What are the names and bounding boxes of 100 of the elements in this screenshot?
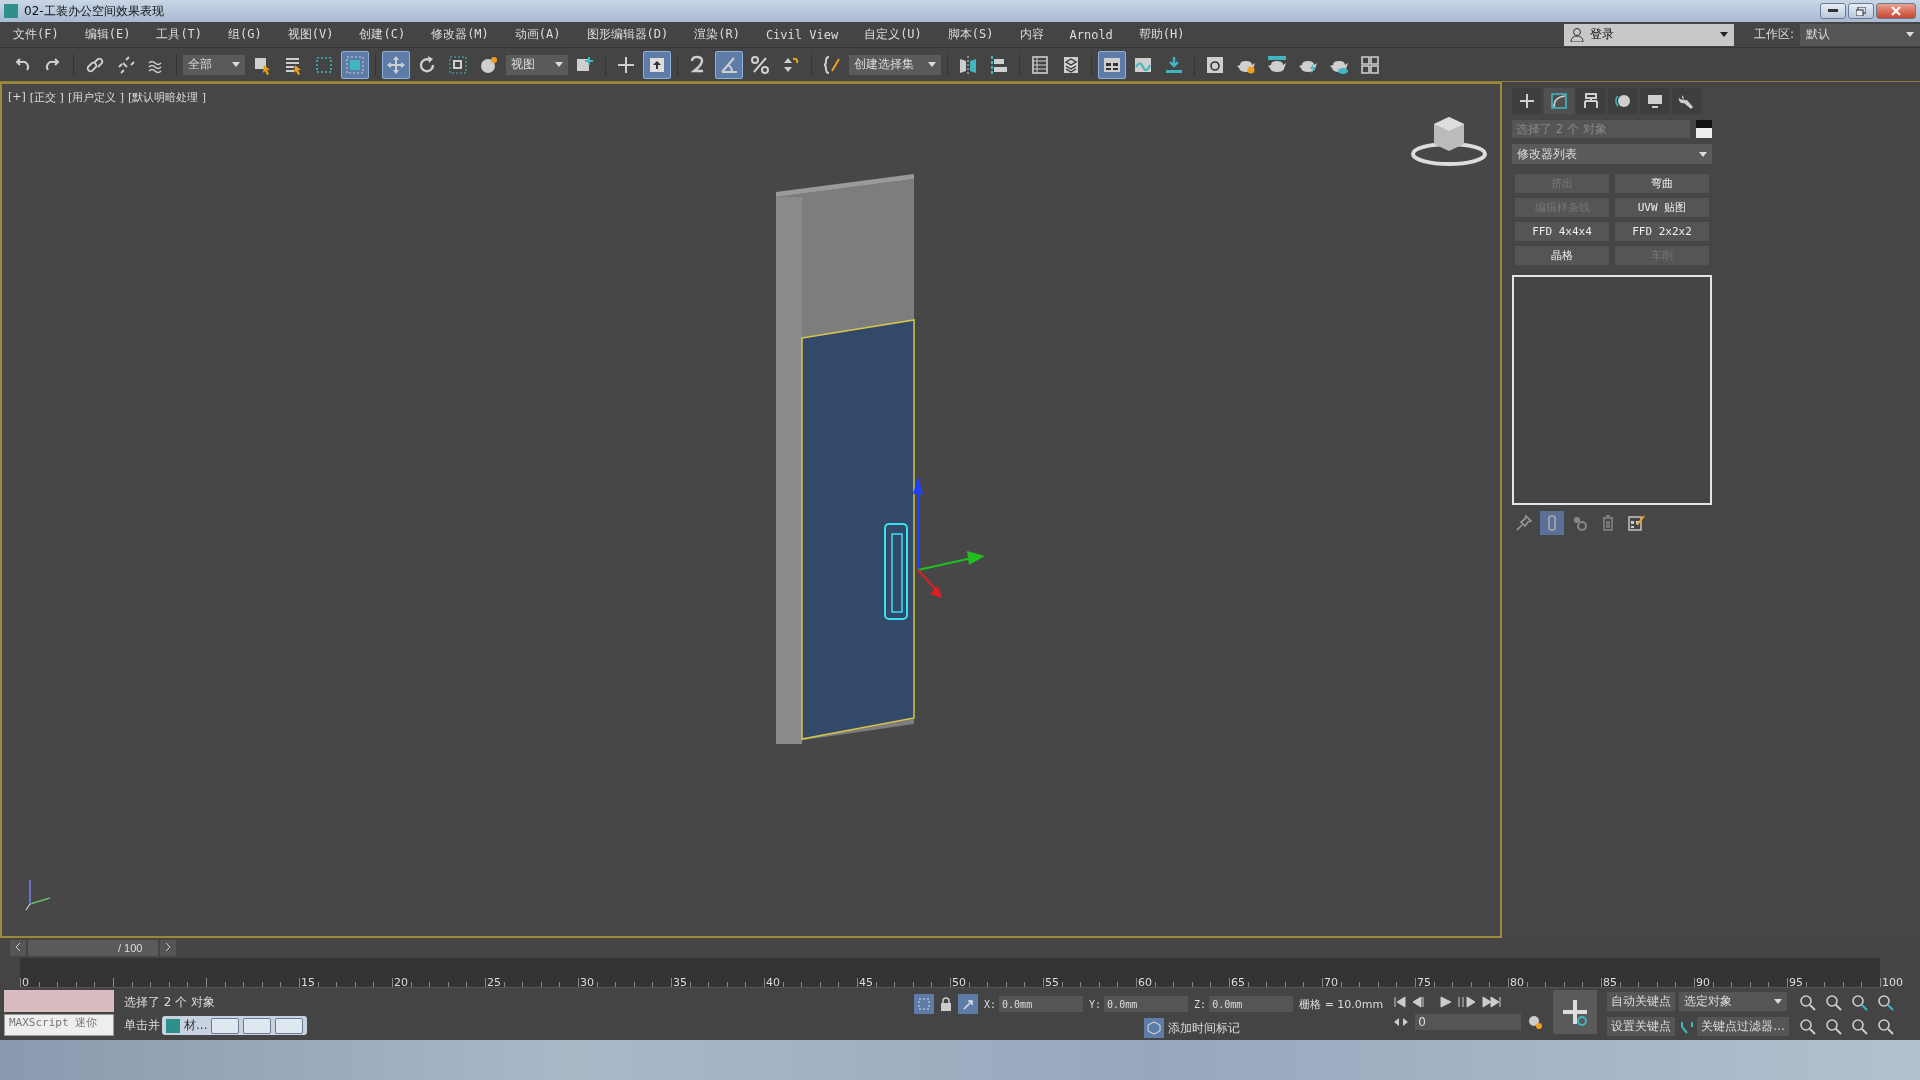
menu-item[interactable]: 编辑(E) [71,26,144,43]
minimize-icon [1828,9,1838,13]
modifier-button[interactable]: UVW 贴图 [1615,198,1709,217]
close-button[interactable] [275,1017,304,1034]
toolbar-button[interactable] [341,50,369,79]
menu-item[interactable]: 文件(F) [0,26,72,43]
coordinate-field[interactable]: 0.0mm [1104,996,1189,1012]
align-icon [989,54,1009,75]
timeline-frame-label: 85 [1603,976,1617,989]
download-icon [1164,54,1184,75]
menu-item[interactable]: 渲染(R) [681,26,753,43]
previous-frame-button[interactable] [10,940,26,956]
menu-item[interactable]: 脚本(S) [934,26,1007,43]
add-time-tag-button[interactable]: 添加时间标记 [1144,1018,1384,1038]
panel-tab[interactable] [1576,88,1606,114]
timeline-frame-label: 80 [1510,976,1524,989]
maxscript-field[interactable]: MAXScript 迷你 [4,1014,114,1036]
menu-item[interactable]: 视图(V) [274,26,347,43]
time-config-arrows-icon[interactable] [1393,1016,1410,1028]
material-icon [1205,54,1225,75]
zoom-extents-icon[interactable] [1850,994,1869,1012]
timeline-frame-label: 15 [301,976,315,989]
toolbar-button[interactable] [643,50,671,79]
toolbar-button[interactable] [715,50,743,79]
user-icon [1569,27,1584,42]
restore-button[interactable] [1848,3,1874,19]
menu-item[interactable]: 组(G) [215,26,275,43]
teapot-frame-icon [1267,54,1287,75]
timeline-frame-label: 45 [859,976,873,989]
zoom-extents-all-icon[interactable] [1876,994,1895,1012]
minimized-window[interactable]: 材... [162,1016,308,1035]
transform-gizmo[interactable] [913,476,985,598]
toolbar-button[interactable] [382,50,410,79]
modifier-button[interactable]: FFD 4x4x4 [1515,222,1609,241]
time-slider-handle[interactable]: / 100 [28,940,158,956]
panel-tab[interactable] [1512,88,1542,114]
panel-tab[interactable] [1608,88,1638,114]
rotate-icon [417,54,437,75]
key-target-dropdown[interactable]: 选定对象 [1679,991,1788,1011]
modifier-button[interactable]: 弯曲 [1615,174,1709,193]
coordinate-field[interactable]: 0.0mm [999,996,1084,1012]
rect-select-icon [314,54,334,75]
lock-icon[interactable] [940,997,952,1011]
set-key-mode-button[interactable]: 设置关键点 [1607,1017,1676,1037]
menu-item[interactable]: 帮助(H) [1125,26,1198,43]
close-button[interactable] [1876,3,1916,19]
menu-item[interactable]: 自定义(U) [851,26,935,43]
toolbar-dropdown[interactable]: 全部 [183,54,245,75]
panel-tab[interactable] [1640,88,1670,114]
menu-item[interactable]: 创建(C) [346,26,419,43]
coordinate-label: Y: [1089,998,1102,1010]
panel-tab[interactable] [1544,88,1574,114]
viewport-label[interactable]: [正交 ] [29,90,64,105]
menu-item[interactable]: 内容 [1006,26,1057,43]
transform-mode-button[interactable] [958,994,978,1014]
search-icon[interactable] [1798,994,1817,1012]
menu-item[interactable]: 工具(T) [143,26,216,43]
menu-item[interactable]: Civil View [752,27,852,42]
zoom-all-icon[interactable] [1824,994,1843,1012]
time-config-gear-icon[interactable] [1527,1014,1544,1030]
chevron-right-icon [164,942,172,952]
menu-item[interactable]: 修改器(M) [418,26,502,43]
move-icon [386,54,406,75]
modifier-list-dropdown[interactable]: 修改器列表 [1512,144,1712,164]
coordinate-field[interactable]: 0.0mm [1209,996,1294,1012]
minimize-button[interactable] [1820,3,1846,19]
workspace-dropdown[interactable]: 默认 [1800,23,1920,46]
viewport[interactable]: [+] [正交 ] [用户定义 ] [默认明暗处理 ] [0,82,1502,938]
arrow-icon [961,997,975,1011]
auto-key-button[interactable]: 自动关键点 [1607,991,1676,1011]
restore-button[interactable] [211,1017,240,1034]
viewcube-icon[interactable] [1411,117,1487,166]
maximize-button[interactable] [243,1017,272,1034]
viewport-label[interactable]: [默认明暗处理 ] [128,90,207,105]
menu-item[interactable]: 图形编辑器(D) [573,26,682,43]
modifier-button[interactable]: 晶格 [1515,246,1609,265]
modifier-button[interactable]: FFD 2x2x2 [1615,222,1709,241]
toolbar-button[interactable] [1098,50,1126,79]
color-swatch[interactable] [1696,120,1712,138]
viewport-label[interactable]: [+] [8,90,26,105]
hierarchy-icon [1581,91,1601,111]
table-icon [1030,54,1050,75]
timeline-frame-label: 20 [394,976,408,989]
playback-controls-icon[interactable] [1393,994,1504,1010]
menu-item[interactable]: Arnold [1056,27,1126,42]
account-dropdown[interactable]: 登录 [1563,23,1734,46]
menu-item[interactable]: 动画(A) [501,26,574,43]
set-key-button[interactable] [1553,990,1598,1034]
key-filters-button[interactable]: 关键点过滤器... [1697,1017,1789,1037]
window-select-icon [345,54,365,75]
timeline-frame-label: 60 [1138,976,1152,989]
toolbar-dropdown[interactable]: 创建选择集 [849,54,941,75]
viewport-label[interactable]: [用户定义 ] [67,90,124,105]
prompt-text: 单击并 [124,1017,160,1034]
panel-tab[interactable] [1672,88,1702,114]
next-frame-button[interactable] [160,940,176,956]
toolbar-dropdown[interactable]: 视图 [506,54,568,75]
current-frame-field[interactable]: 0 [1415,1014,1522,1030]
modifier-stack-list[interactable] [1512,275,1712,505]
timeline-frame-label: 70 [1324,976,1338,989]
